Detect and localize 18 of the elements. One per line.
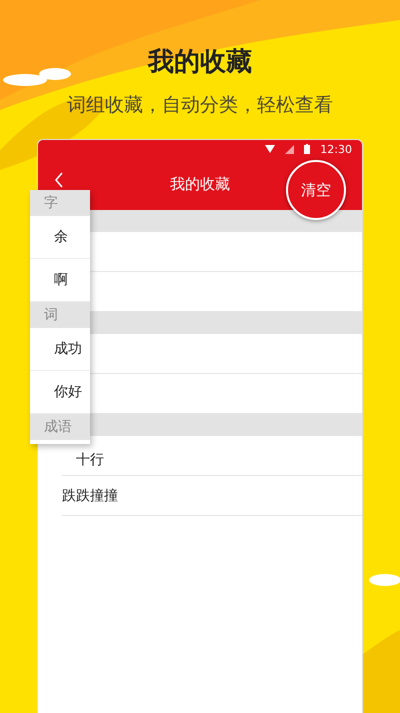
cloud-drawing <box>3 68 71 86</box>
index-header: 字 <box>30 190 90 216</box>
clear-button[interactable]: 清空 <box>286 160 346 220</box>
back-icon[interactable] <box>54 172 64 188</box>
index-header: 词 <box>30 302 90 328</box>
status-time: 12:30 <box>320 142 352 156</box>
battery-icon <box>304 144 310 154</box>
screen-title: 我的收藏 <box>170 174 230 194</box>
headline: 我的收藏 <box>148 46 252 79</box>
subtitle: 词组收藏，自动分类，轻松查看 <box>66 93 334 118</box>
wifi-icon <box>265 145 276 153</box>
index-header: 成语 <box>30 414 90 440</box>
index-item[interactable]: 余 <box>30 216 90 259</box>
list-item[interactable]: 跌跌撞撞 <box>62 486 118 504</box>
cloud-drawing <box>369 574 400 586</box>
signal-icon <box>285 144 294 154</box>
index-item[interactable]: 成功 <box>30 328 90 371</box>
list-item[interactable]: 十行 <box>62 442 104 468</box>
